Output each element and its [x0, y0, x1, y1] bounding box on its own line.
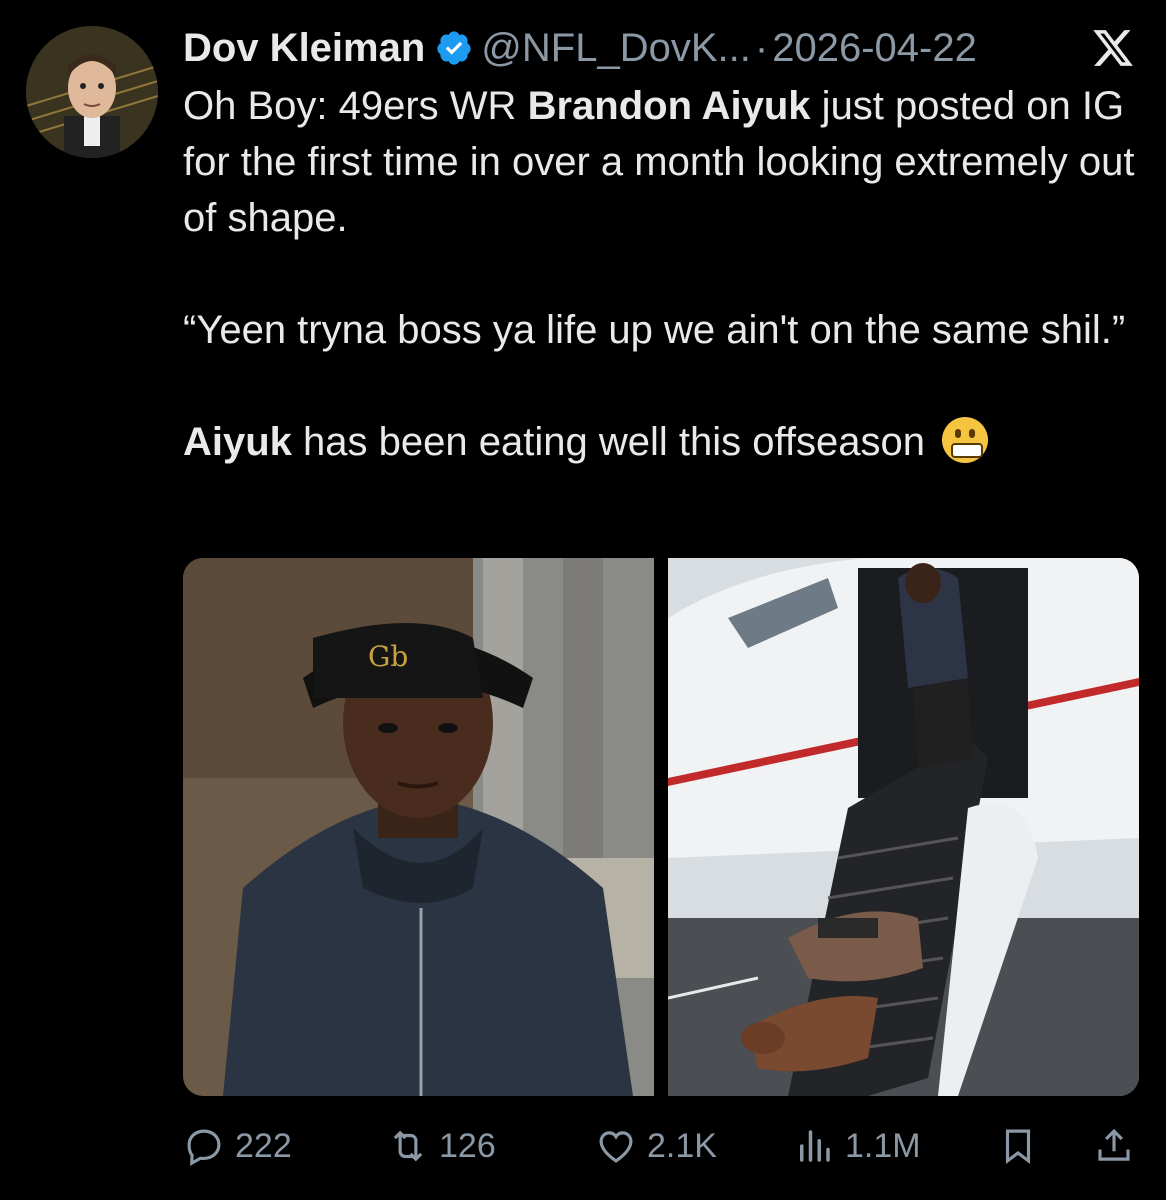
share-icon: [1098, 1128, 1130, 1161]
author-name[interactable]: Dov Kleiman: [183, 26, 425, 71]
bold-name: Aiyuk: [183, 420, 292, 464]
tweet-paragraph-3: Aiyuk has been eating well this offseaso…: [183, 414, 1143, 470]
repost-icon: [393, 1130, 423, 1162]
separator-dot: ·: [754, 25, 769, 70]
photo-portrait-hoodie[interactable]: Gb: [183, 558, 654, 1096]
photo-private-jet-stairs[interactable]: [668, 558, 1139, 1096]
share-button[interactable]: [1093, 1125, 1135, 1167]
like-count: 2.1K: [647, 1126, 717, 1165]
tweet-text: Oh Boy: 49ers WR Brandon Aiyuk just post…: [183, 78, 1143, 470]
text-segment: Oh Boy: 49ers WR: [183, 84, 528, 128]
tweet-paragraph-1: Oh Boy: 49ers WR Brandon Aiyuk just post…: [183, 78, 1143, 246]
heart-icon: [599, 1131, 633, 1163]
x-logo-icon: [1093, 30, 1133, 66]
tweet-quote: “Yeen tryna boss ya life up we ain't on …: [183, 308, 1126, 352]
tweet-header: Dov Kleiman @NFL_DovK... · 2026-04-22: [183, 22, 1136, 74]
action-bar: 222 126 2.1K 1.1M: [183, 1118, 1139, 1174]
repost-count: 126: [439, 1126, 496, 1165]
reply-icon: [187, 1129, 221, 1166]
views-bar-chart-icon: [800, 1130, 830, 1162]
like-button[interactable]: 2.1K: [595, 1125, 717, 1167]
reply-button[interactable]: 222: [183, 1125, 292, 1167]
views-button[interactable]: 1.1M: [793, 1125, 921, 1167]
text-segment: has been eating well this offseason: [291, 420, 925, 464]
views-count: 1.1M: [845, 1126, 921, 1165]
repost-button[interactable]: 126: [387, 1125, 496, 1167]
bookmark-icon: [1005, 1129, 1031, 1165]
post-date[interactable]: 2026-04-22: [772, 26, 977, 71]
reply-count: 222: [235, 1126, 292, 1165]
author-handle[interactable]: @NFL_DovK...: [481, 26, 751, 71]
bookmark-button[interactable]: [997, 1125, 1039, 1167]
svg-text:Gb: Gb: [368, 640, 408, 673]
verified-badge-icon: [437, 31, 471, 65]
grimacing-face-emoji: [942, 417, 989, 463]
author-avatar[interactable]: [26, 26, 158, 158]
media-grid: Gb: [183, 558, 1139, 1096]
mention-bold-name: Brandon Aiyuk: [527, 84, 811, 128]
